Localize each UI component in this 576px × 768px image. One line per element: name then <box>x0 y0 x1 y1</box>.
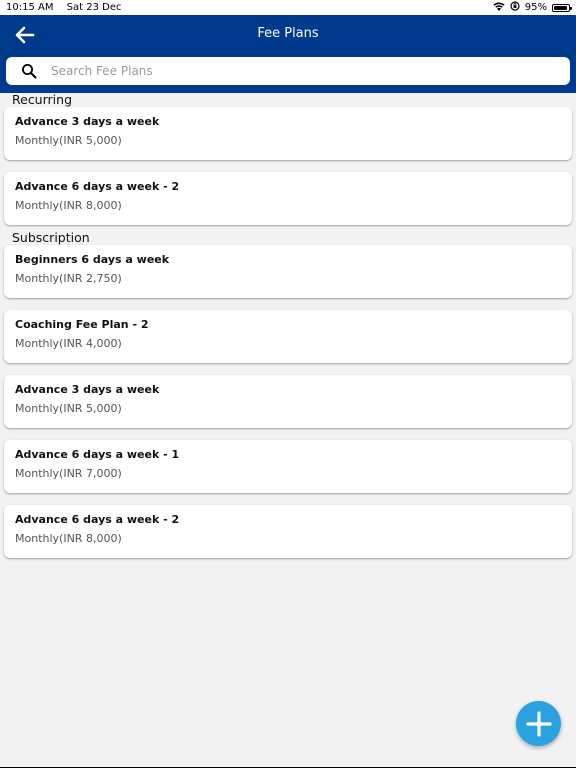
fee-plan-list: Recurring Advance 3 days a week Monthly(… <box>0 93 576 558</box>
fee-plan-billing: Monthly(INR 4,000) <box>15 337 122 350</box>
fee-plan-name: Advance 3 days a week <box>15 383 160 396</box>
fee-plan-name: Advance 6 days a week - 1 <box>15 448 180 461</box>
fee-plan-name: Advance 3 days a week <box>15 115 160 128</box>
fee-plan-card[interactable]: Coaching Fee Plan - 2 Monthly(INR 4,000) <box>4 310 572 363</box>
page-title: Fee Plans <box>257 26 319 41</box>
fee-plan-billing: Monthly(INR 8,000) <box>15 199 122 212</box>
fee-plan-card[interactable]: Advance 6 days a week - 2 Monthly(INR 8,… <box>4 172 572 225</box>
section-title: Subscription <box>12 230 90 245</box>
fee-plan-card[interactable]: Advance 3 days a week Monthly(INR 5,000) <box>4 107 572 160</box>
search-input[interactable] <box>49 63 533 79</box>
fee-plan-name: Advance 6 days a week - 2 <box>15 513 180 526</box>
add-fee-plan-button[interactable] <box>516 701 561 746</box>
fee-plan-name: Beginners 6 days a week <box>15 253 170 266</box>
fee-plan-card[interactable]: Beginners 6 days a week Monthly(INR 2,75… <box>4 245 572 298</box>
fee-plan-card[interactable]: Advance 6 days a week - 2 Monthly(INR 8,… <box>4 505 572 558</box>
fee-plan-name: Advance 6 days a week - 2 <box>15 180 180 193</box>
wifi-icon <box>493 2 505 14</box>
fee-plan-billing: Monthly(INR 5,000) <box>15 134 122 147</box>
fee-plan-card[interactable]: Advance 3 days a week Monthly(INR 5,000) <box>4 375 572 428</box>
plus-icon <box>525 710 552 737</box>
section-recurring: Recurring Advance 3 days a week Monthly(… <box>0 93 576 225</box>
fee-plan-card[interactable]: Advance 6 days a week - 1 Monthly(INR 7,… <box>4 440 572 493</box>
orientation-lock-icon <box>510 1 520 14</box>
fee-plan-name: Coaching Fee Plan - 2 <box>15 318 149 331</box>
search-icon <box>22 64 37 79</box>
status-date: Sat 23 Dec <box>66 2 122 13</box>
fee-plan-billing: Monthly(INR 5,000) <box>15 402 122 415</box>
fee-plan-billing: Monthly(INR 8,000) <box>15 532 122 545</box>
battery-percentage: 95% <box>524 2 547 13</box>
search-bar[interactable] <box>6 57 570 85</box>
section-subscription: Subscription Beginners 6 days a week Mon… <box>0 231 576 558</box>
fee-plan-billing: Monthly(INR 7,000) <box>15 467 122 480</box>
section-title: Recurring <box>12 92 72 107</box>
status-bar: 10:15 AM Sat 23 Dec 95% <box>0 0 576 15</box>
fee-plan-billing: Monthly(INR 2,750) <box>15 272 122 285</box>
battery-icon <box>552 3 572 12</box>
app-header: Fee Plans <box>0 15 576 93</box>
status-time: 10:15 AM <box>6 2 54 13</box>
